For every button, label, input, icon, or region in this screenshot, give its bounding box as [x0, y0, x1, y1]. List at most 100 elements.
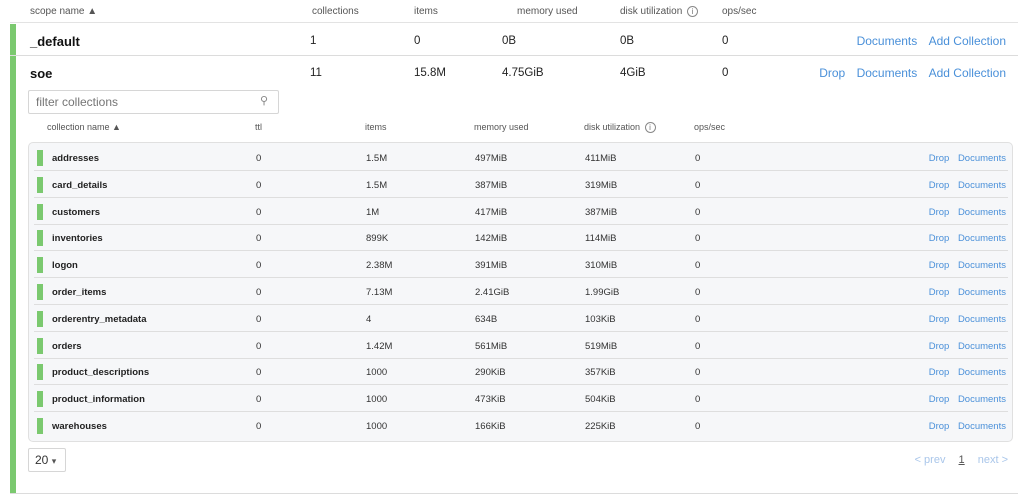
- collection-row[interactable]: orders 0 1.42M 561MiB 519MiB 0 Drop Documents: [34, 332, 1008, 359]
- collection-name[interactable]: inventories: [52, 233, 103, 244]
- collection-name[interactable]: orderentry_metadata: [52, 314, 147, 325]
- collection-row[interactable]: order_items 0 7.13M 2.41GiB 1.99GiB 0 Drop Do…: [34, 278, 1008, 305]
- collection-row[interactable]: product_information 0 1000 473KiB 504KiB 0 Dr…: [34, 385, 1008, 413]
- collection-name[interactable]: product_information: [52, 394, 145, 405]
- collection-table-header: collection name ▲ ttl items memory used …: [28, 118, 1018, 136]
- scope-memory: 0B: [502, 35, 517, 47]
- drop-link[interactable]: Drop: [929, 421, 950, 432]
- header-collections: collections: [312, 6, 359, 17]
- collection-ops: 0: [695, 313, 701, 325]
- collection-name[interactable]: logon: [52, 260, 78, 271]
- collection-disk: 225KiB: [585, 421, 616, 432]
- collection-ops: 0: [695, 367, 701, 379]
- collection-memory: 417MiB: [475, 206, 508, 218]
- info-icon[interactable]: i: [687, 6, 699, 17]
- drop-link[interactable]: Drop: [929, 207, 950, 218]
- status-bar: [10, 24, 16, 55]
- collection-ttl: 0: [256, 287, 262, 298]
- documents-link[interactable]: Documents: [958, 421, 1006, 432]
- collection-items: 1000: [366, 421, 388, 432]
- drop-link[interactable]: Drop: [929, 367, 950, 378]
- collection-row[interactable]: product_descriptions 0 1000 290KiB 357KiB 0 D…: [34, 358, 1008, 386]
- documents-link[interactable]: Documents: [958, 260, 1006, 271]
- documents-link[interactable]: Documents: [958, 287, 1006, 298]
- next-page-link[interactable]: next >: [978, 454, 1008, 466]
- current-page-link[interactable]: 1: [959, 454, 965, 466]
- search-icon[interactable]: ⚲: [260, 94, 268, 107]
- add-collection-link[interactable]: Add Collection: [929, 66, 1006, 80]
- documents-link[interactable]: Documents: [958, 153, 1006, 164]
- info-icon[interactable]: i: [644, 122, 656, 133]
- collection-items: 899K: [366, 233, 389, 245]
- filter-collections-input[interactable]: [28, 90, 279, 114]
- status-bar: [10, 56, 16, 493]
- documents-link[interactable]: Documents: [958, 314, 1006, 325]
- drop-link[interactable]: Drop: [929, 153, 950, 164]
- collection-memory: 387MiB: [475, 179, 508, 191]
- collection-memory: 561MiB: [475, 340, 508, 352]
- documents-link[interactable]: Documents: [958, 394, 1006, 405]
- collection-items: 7.13M: [366, 287, 393, 298]
- scope-disk: 0B: [620, 35, 635, 47]
- collection-row[interactable]: customers 0 1M 417MiB 387MiB 0 Drop Documents: [34, 198, 1008, 225]
- collection-name[interactable]: warehouses: [52, 421, 107, 432]
- documents-link[interactable]: Documents: [857, 66, 918, 80]
- collection-name[interactable]: addresses: [52, 153, 99, 164]
- collection-row[interactable]: logon 0 2.38M 391MiB 310MiB 0 Drop Documents: [34, 251, 1008, 279]
- scope-items: 15.8M: [414, 67, 446, 79]
- collection-actions: Drop Documents: [923, 233, 1006, 244]
- prev-page-link[interactable]: < prev: [915, 454, 946, 466]
- drop-link[interactable]: Drop: [819, 66, 845, 80]
- collection-name[interactable]: customers: [52, 207, 100, 218]
- scope-items: 0: [414, 35, 421, 47]
- drop-link[interactable]: Drop: [929, 287, 950, 298]
- collection-memory: 634B: [475, 313, 498, 325]
- status-bar: [37, 257, 43, 274]
- header-scope-name[interactable]: scope name ▲: [30, 6, 97, 17]
- collection-actions: Drop Documents: [923, 314, 1006, 325]
- collection-actions: Drop Documents: [923, 341, 1006, 352]
- collection-name[interactable]: product_descriptions: [52, 367, 149, 378]
- collection-name[interactable]: order_items: [52, 287, 106, 298]
- pagination: < prev 1 next >: [905, 454, 1008, 466]
- documents-link[interactable]: Documents: [958, 367, 1006, 378]
- documents-link[interactable]: Documents: [958, 233, 1006, 244]
- scope-name[interactable]: soe: [30, 66, 52, 81]
- collection-ops: 0: [695, 340, 701, 352]
- drop-link[interactable]: Drop: [929, 260, 950, 271]
- scope-actions: Drop Documents Add Collection: [811, 66, 1006, 80]
- documents-link[interactable]: Documents: [857, 34, 918, 48]
- collection-row[interactable]: inventories 0 899K 142MiB 114MiB 0 Drop Docum…: [34, 224, 1008, 252]
- collection-name[interactable]: card_details: [52, 180, 107, 191]
- status-bar: [37, 310, 43, 327]
- drop-link[interactable]: Drop: [929, 233, 950, 244]
- scope-name[interactable]: _default: [30, 34, 80, 49]
- page-size-select[interactable]: 20 ▾: [28, 448, 66, 472]
- collection-row[interactable]: warehouses 0 1000 166KiB 225KiB 0 Drop Docume…: [34, 412, 1008, 439]
- add-collection-link[interactable]: Add Collection: [929, 34, 1006, 48]
- status-bar: [37, 391, 43, 408]
- drop-link[interactable]: Drop: [929, 394, 950, 405]
- documents-link[interactable]: Documents: [958, 180, 1006, 191]
- drop-link[interactable]: Drop: [929, 314, 950, 325]
- collection-ops: 0: [695, 260, 701, 272]
- documents-link[interactable]: Documents: [958, 341, 1006, 352]
- collection-ttl: 0: [256, 421, 262, 432]
- collection-ttl: 0: [256, 260, 262, 272]
- drop-link[interactable]: Drop: [929, 341, 950, 352]
- header-disk-utilization: disk utilization i: [584, 122, 656, 133]
- collection-row[interactable]: card_details 0 1.5M 387MiB 319MiB 0 Drop Docu…: [34, 171, 1008, 198]
- collection-memory: 290KiB: [475, 367, 506, 379]
- collection-disk: 1.99GiB: [585, 287, 620, 298]
- collection-ttl: 0: [256, 179, 262, 191]
- header-collection-name[interactable]: collection name ▲: [47, 122, 121, 132]
- scope-row-default[interactable]: _default 1 0 0B 0B 0 Documents Add Colle…: [10, 24, 1018, 56]
- collection-name[interactable]: orders: [52, 341, 82, 352]
- collection-row[interactable]: addresses 0 1.5M 497MiB 411MiB 0 Drop Documen…: [34, 144, 1008, 171]
- scope-table-header: scope name ▲ collections items memory us…: [10, 0, 1018, 23]
- documents-link[interactable]: Documents: [958, 207, 1006, 218]
- drop-link[interactable]: Drop: [929, 180, 950, 191]
- status-bar: [37, 337, 43, 354]
- collection-row[interactable]: orderentry_metadata 0 4 634B 103KiB 0 Drop Do…: [34, 305, 1008, 332]
- collection-actions: Drop Documents: [923, 153, 1006, 164]
